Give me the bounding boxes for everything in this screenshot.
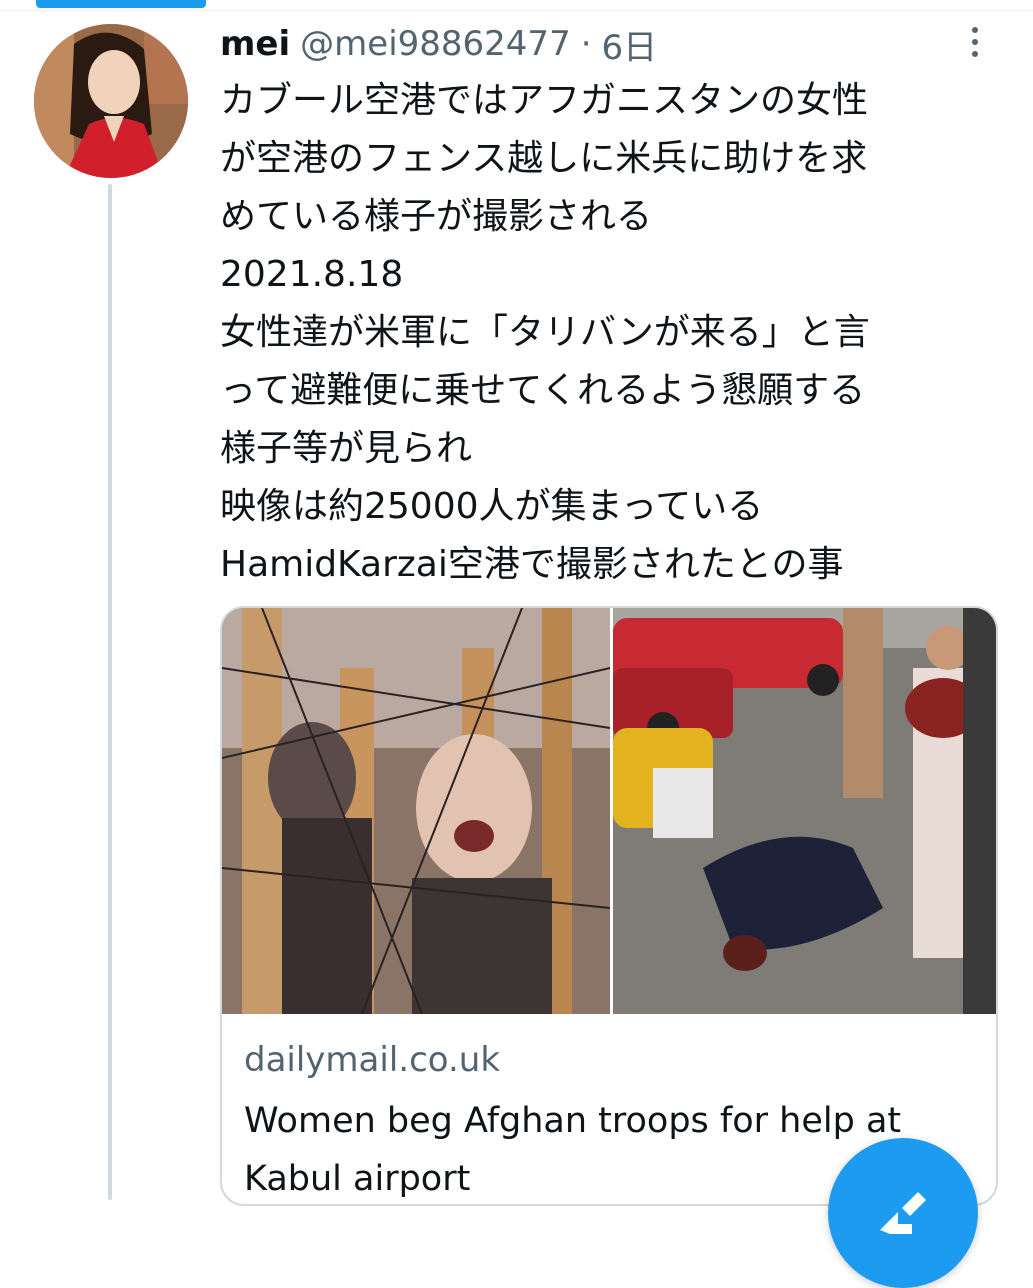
tweet-text-line: めている様子が撮影される xyxy=(220,196,653,237)
tweet-header: mei @mei98862477 · 6日 xyxy=(220,20,658,69)
card-image-fence xyxy=(222,608,610,1014)
separator-dot: · xyxy=(580,24,592,64)
more-vertical-icon[interactable] xyxy=(964,20,986,64)
compose-tweet-button[interactable] xyxy=(828,1138,978,1288)
tweet-text-line: 2021.8.18 xyxy=(220,254,404,295)
more-dot xyxy=(972,51,978,57)
tweet-text: カブール空港ではアフガニスタンの女性 が空港のフェンス越しに米兵に助けを求 めて… xyxy=(220,72,1020,594)
link-card[interactable]: dailymail.co.uk Women beg Afghan troops … xyxy=(220,606,998,1206)
active-tab-indicator xyxy=(36,0,206,8)
tweet-text-line: 映像は約25000人が集まっている xyxy=(220,486,764,527)
display-name[interactable]: mei xyxy=(220,24,290,64)
tweet-timestamp[interactable]: 6日 xyxy=(602,20,658,69)
avatar[interactable] xyxy=(34,24,188,178)
card-domain: dailymail.co.uk xyxy=(244,1040,501,1080)
compose-tweet-icon xyxy=(880,1192,926,1234)
tweet-text-line: 様子等が見られ xyxy=(220,428,473,469)
tweet-text-line: 女性達が米軍に「タリバンが来る」と言 xyxy=(220,312,870,353)
thread-line xyxy=(108,184,112,1200)
tweet-text-line: って避難便に乗せてくれるよう懇願する xyxy=(220,370,866,411)
tweet-text-line: HamidKarzai空港で撮影されたとの事 xyxy=(220,544,844,585)
more-dot xyxy=(972,27,978,33)
tweet-text-line: が空港のフェンス越しに米兵に助けを求 xyxy=(220,138,868,179)
card-image-collage xyxy=(222,608,996,1014)
user-handle[interactable]: @mei98862477 xyxy=(300,24,571,64)
divider xyxy=(0,10,1033,11)
more-dot xyxy=(972,39,978,45)
card-image-street xyxy=(613,608,996,1014)
tweet-text-line: カブール空港ではアフガニスタンの女性 xyxy=(220,80,869,121)
